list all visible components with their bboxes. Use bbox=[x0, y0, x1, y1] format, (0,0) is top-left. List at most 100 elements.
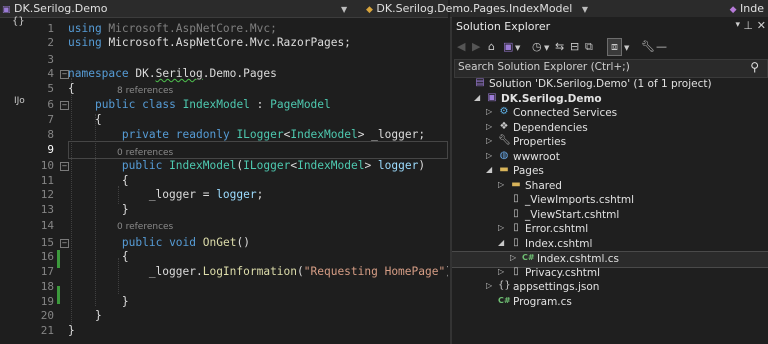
codelens-references[interactable]: 0 references bbox=[117, 222, 173, 233]
tree-node-label: _ViewStart.cshtml bbox=[525, 209, 620, 221]
tree-node[interactable]: ◢ ▬ Pages bbox=[452, 164, 768, 179]
expanded-arrow-icon[interactable]: ◢ bbox=[498, 238, 504, 247]
fold-toggle-icon[interactable]: − bbox=[60, 101, 69, 110]
tree-node-label: Solution 'DK.Serilog.Demo' (1 of 1 proje… bbox=[489, 78, 712, 90]
line-number: 2 bbox=[47, 36, 54, 49]
file-icon: ▯ bbox=[513, 193, 519, 204]
collapsed-arrow-icon[interactable]: ▷ bbox=[486, 151, 492, 160]
fold-toggle-icon[interactable]: − bbox=[60, 70, 69, 79]
tree-node[interactable]: ▷ ◍ wwwroot bbox=[452, 150, 768, 165]
search-placeholder: Search Solution Explorer (Ctrl+;) bbox=[458, 61, 630, 73]
properties-wrench-icon[interactable]: 🔧︎ bbox=[641, 40, 655, 53]
line-number: 21 bbox=[40, 324, 54, 337]
code-line[interactable]: 21} bbox=[0, 322, 448, 340]
csharp-icon: C# bbox=[522, 253, 535, 262]
tree-node-label: Program.cs bbox=[513, 296, 572, 308]
member-icon: ◆ bbox=[729, 5, 737, 15]
tree-node[interactable]: ▷ ▬ Shared bbox=[452, 179, 768, 194]
code-line[interactable]: 14 bbox=[0, 217, 448, 235]
codelens-references[interactable]: 8 references bbox=[117, 86, 173, 97]
home-icon[interactable]: ⌂ bbox=[488, 40, 495, 53]
minus-icon[interactable]: — bbox=[656, 40, 667, 53]
tree-node[interactable]: ▯ _ViewImports.cshtml bbox=[452, 193, 768, 208]
code-text: using Microsoft.AspNetCore.Mvc.RazorPage… bbox=[68, 36, 351, 49]
editor-navigation-bar-right: ◆ DK.Serilog.Demo.Pages.IndexModel ▼ ◆ I… bbox=[366, 0, 768, 18]
dropdown-arrow-icon[interactable]: ▾ bbox=[735, 20, 740, 30]
tree-node-label: Index.cshtml.cs bbox=[537, 253, 619, 265]
history-icon[interactable]: ◷ bbox=[532, 40, 542, 53]
search-icon[interactable]: ⚲ bbox=[750, 60, 759, 74]
chevron-down-icon[interactable]: ▼ bbox=[624, 44, 629, 52]
switch-views-icon[interactable]: ▣ bbox=[503, 40, 513, 53]
tree-node[interactable]: ▤ Solution 'DK.Serilog.Demo' (1 of 1 proj… bbox=[452, 77, 768, 92]
collapsed-arrow-icon[interactable]: ▷ bbox=[510, 253, 516, 262]
chevron-down-icon[interactable]: ▼ bbox=[544, 44, 549, 52]
solution-explorer-title: Solution Explorer bbox=[456, 20, 551, 33]
tree-node[interactable]: ▷ ▯ Privacy.cshtml bbox=[452, 266, 768, 281]
chevron-down-icon: ▼ bbox=[581, 5, 589, 14]
back-icon[interactable]: ◀ bbox=[457, 40, 465, 53]
fold-toggle-icon[interactable]: − bbox=[60, 162, 69, 171]
expanded-arrow-icon[interactable]: ◢ bbox=[474, 93, 480, 102]
tree-node[interactable]: ▷ {} appsettings.json bbox=[452, 280, 768, 295]
tree-node[interactable]: ▷ ▯ Error.cshtml bbox=[452, 222, 768, 237]
collapsed-arrow-icon[interactable]: ▷ bbox=[498, 180, 504, 189]
tree-node[interactable]: ◢ ▣ DK.Serilog.Demo bbox=[452, 92, 768, 107]
collapsed-arrow-icon[interactable]: ▷ bbox=[486, 122, 492, 131]
solution-explorer-search-input[interactable]: Search Solution Explorer (Ctrl+;) ⚲ bbox=[454, 59, 768, 78]
member-dropdown-label: Inde bbox=[740, 2, 764, 15]
folder-icon: ▬ bbox=[499, 164, 509, 175]
collapsed-arrow-icon[interactable]: ▷ bbox=[486, 107, 492, 116]
project-icon: ▣ bbox=[487, 92, 497, 103]
fold-toggle-icon[interactable]: − bbox=[60, 239, 69, 248]
show-all-files-icon[interactable]: ⧉ bbox=[585, 40, 593, 54]
breakpoint-glyph-icon: Ĳo bbox=[14, 96, 25, 106]
tree-node-label: Properties bbox=[513, 136, 567, 148]
code-area[interactable]: 1 using Microsoft.AspNetCore.Mvc; 2 using M… bbox=[0, 16, 448, 344]
tree-node[interactable]: C# Program.cs bbox=[452, 295, 768, 310]
tree-node-label: Shared bbox=[525, 180, 562, 192]
file-icon: ▯ bbox=[513, 266, 519, 277]
codelens-references[interactable]: 0 references bbox=[117, 148, 173, 159]
line-number: 14 bbox=[40, 219, 54, 232]
json-icon: {} bbox=[498, 280, 511, 291]
project-dropdown-label: DK.Serilog.Demo bbox=[14, 2, 108, 15]
connected-services-icon: ⚙ bbox=[499, 106, 509, 117]
close-icon[interactable]: ✕ bbox=[757, 19, 766, 32]
tree-node-label: _ViewImports.cshtml bbox=[525, 194, 634, 206]
collapsed-arrow-icon[interactable]: ▷ bbox=[498, 267, 504, 276]
folder-icon: ▬ bbox=[511, 179, 521, 190]
tree-node[interactable]: ▷ ⚙ Connected Services bbox=[452, 106, 768, 121]
code-line[interactable]: 2 using Microsoft.AspNetCore.Mvc.RazorPag… bbox=[0, 34, 448, 52]
member-dropdown[interactable]: ◆ Inde bbox=[730, 2, 764, 15]
class-icon: ◆ bbox=[366, 5, 373, 15]
file-icon: ▯ bbox=[513, 208, 519, 219]
namespace-scope-icon: {} bbox=[12, 16, 25, 27]
collapsed-arrow-icon[interactable]: ▷ bbox=[498, 223, 504, 232]
tree-node-label: Privacy.cshtml bbox=[525, 267, 601, 279]
pin-icon[interactable]: ⊥ bbox=[743, 19, 753, 32]
dependencies-icon: ❖ bbox=[499, 121, 509, 132]
expanded-arrow-icon[interactable]: ◢ bbox=[486, 165, 492, 174]
wrench-icon: 🔧︎ bbox=[498, 135, 511, 146]
tree-node[interactable]: ◢ ▯ Index.cshtml bbox=[452, 237, 768, 252]
csharp-icon: C# bbox=[498, 296, 511, 305]
forward-icon[interactable]: ▶ bbox=[472, 40, 480, 53]
chevron-down-icon[interactable]: ▼ bbox=[515, 44, 520, 52]
collapse-all-icon[interactable]: ⊟ bbox=[570, 40, 579, 53]
tree-node-label: Index.cshtml bbox=[525, 238, 593, 250]
solution-explorer-titlebar: Solution Explorer ▾ ⊥ ✕ bbox=[452, 17, 768, 35]
class-path-dropdown[interactable]: ◆ DK.Serilog.Demo.Pages.IndexModel ▼ bbox=[366, 2, 588, 15]
sync-icon[interactable]: ⇆ bbox=[555, 40, 564, 53]
collapsed-arrow-icon[interactable]: ▷ bbox=[486, 281, 492, 290]
code-editor[interactable]: ▣ DK.Serilog.Demo ▼ 1 using Microsoft.Asp… bbox=[0, 0, 448, 344]
tree-node[interactable]: ▷ ❖ Dependencies bbox=[452, 121, 768, 136]
tree-node[interactable]: ▷ 🔧︎ Properties bbox=[452, 135, 768, 150]
tree-node[interactable]: ▯ _ViewStart.cshtml bbox=[452, 208, 768, 223]
collapsed-arrow-icon[interactable]: ▷ bbox=[486, 136, 492, 145]
globe-icon: ◍ bbox=[499, 150, 509, 161]
project-dropdown[interactable]: ▣ DK.Serilog.Demo ▼ bbox=[2, 0, 347, 17]
tree-node-label: wwwroot bbox=[513, 151, 560, 163]
solution-explorer-toolbar: ◀ ▶ ⌂ ▣ ▼ ◷ ▼ ⇆ ⊟ ⧉ ⧈ ▼ 🔧︎ — bbox=[452, 36, 768, 58]
preview-selected-icon[interactable]: ⧈ bbox=[607, 38, 622, 56]
